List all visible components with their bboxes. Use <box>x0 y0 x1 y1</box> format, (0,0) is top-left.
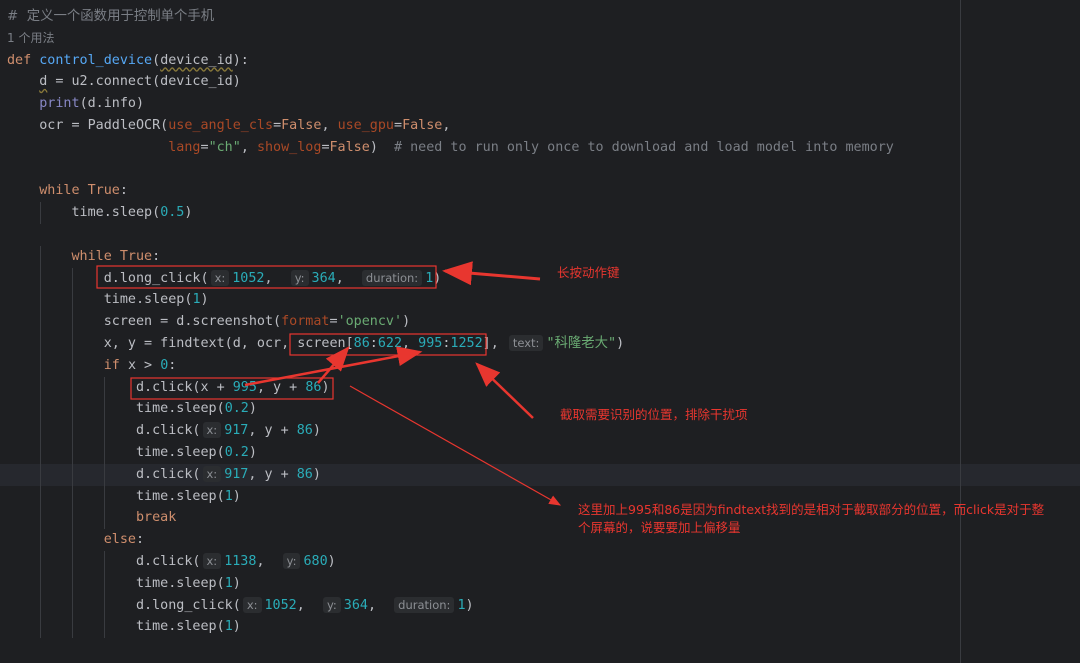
arrow-long-press <box>442 261 541 286</box>
annotation-overlay <box>96 261 562 506</box>
arrow-crop-region <box>475 362 534 419</box>
note-offset-line2: 个屏幕的，说要要加上偏移量 <box>578 520 741 535</box>
highlight-box-click-offset <box>130 377 334 400</box>
arrow-offset-note <box>349 385 562 506</box>
note-offset-line1: 这里加上995和86是因为findtext找到的是相对于截取部分的位置，而cli… <box>578 502 1045 517</box>
note-crop-region: 截取需要识别的位置，排除干扰项 <box>560 407 748 422</box>
note-long-press: 长按动作键 <box>557 265 620 280</box>
highlight-box-screen-slice <box>289 333 487 356</box>
highlight-box-long-click <box>96 265 437 289</box>
